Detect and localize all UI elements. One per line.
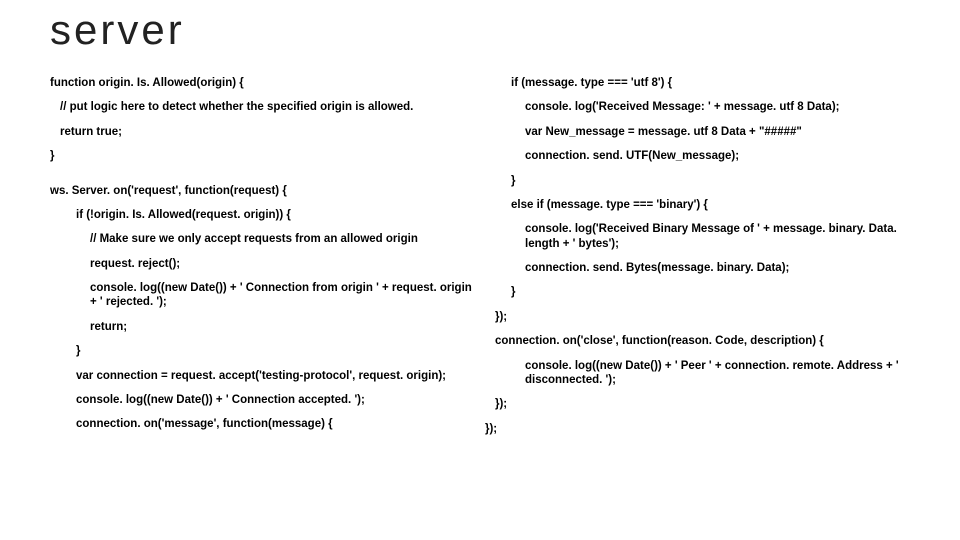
code-line: console. log((new Date()) + ' Connection… [50,281,475,310]
left-column: function origin. Is. Allowed(origin) { /… [50,76,475,446]
code-line: return true; [50,125,475,139]
code-columns: function origin. Is. Allowed(origin) { /… [50,76,910,446]
code-line: }); [485,422,910,436]
code-line: }); [485,310,910,324]
code-line: }); [485,397,910,411]
code-line: console. log('Received Message: ' + mess… [485,100,910,114]
right-column: if (message. type === 'utf 8') { console… [485,76,910,446]
slide: server function origin. Is. Allowed(orig… [0,6,960,540]
code-line: } [485,285,910,299]
code-line: connection. send. Bytes(message. binary.… [485,261,910,275]
code-line: console. log('Received Binary Message of… [485,222,910,251]
code-line: connection. on('message', function(messa… [50,417,475,431]
code-line: else if (message. type === 'binary') { [485,198,910,212]
blank-line [50,174,475,178]
code-line: var New_message = message. utf 8 Data + … [485,125,910,139]
code-line: return; [50,320,475,334]
code-line: connection. send. UTF(New_message); [485,149,910,163]
code-line: } [50,344,475,358]
code-line: if (message. type === 'utf 8') { [485,76,910,90]
code-line: } [50,149,475,163]
code-line: // Make sure we only accept requests fro… [50,232,475,246]
code-line: var connection = request. accept('testin… [50,369,475,383]
slide-title: server [50,6,910,54]
code-line: if (!origin. Is. Allowed(request. origin… [50,208,475,222]
code-line: request. reject(); [50,257,475,271]
code-line: // put logic here to detect whether the … [50,100,475,114]
code-line: } [485,174,910,188]
code-line: console. log((new Date()) + ' Connection… [50,393,475,407]
code-line: console. log((new Date()) + ' Peer ' + c… [485,359,910,388]
code-line: ws. Server. on('request', function(reque… [50,184,475,198]
code-line: function origin. Is. Allowed(origin) { [50,76,475,90]
code-line: connection. on('close', function(reason.… [485,334,910,348]
